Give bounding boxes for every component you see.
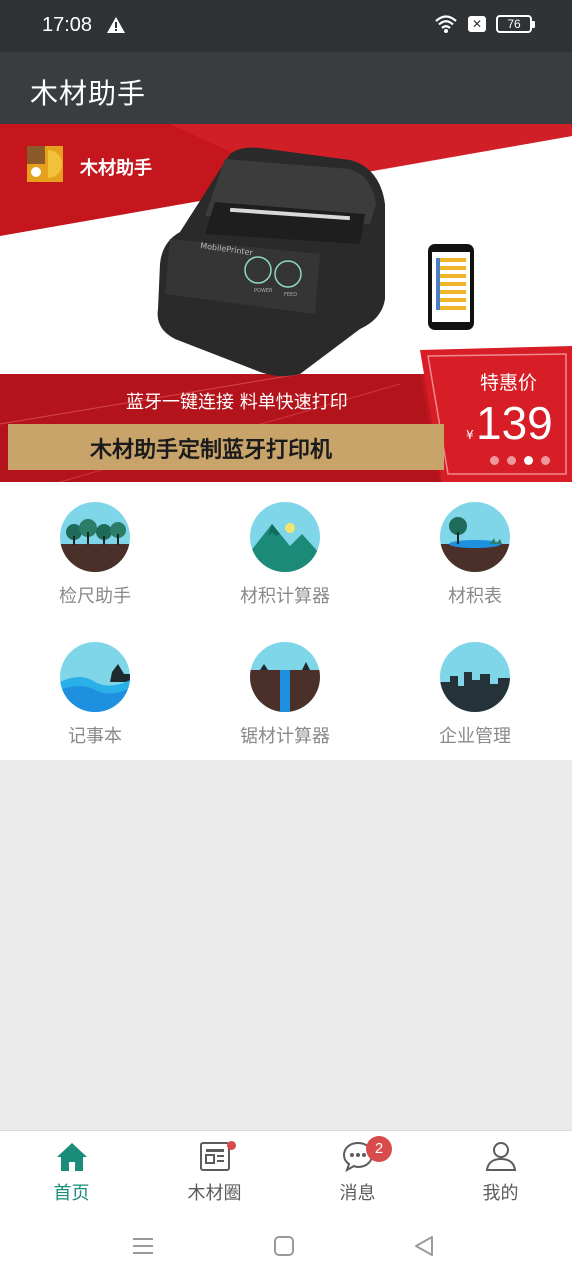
app-bar: 木材助手 [0,52,572,124]
carousel-dot-active[interactable] [524,456,533,465]
carousel-dot[interactable] [490,456,499,465]
banner-title: 木材助手定制蓝牙打印机 [90,438,333,463]
back-icon[interactable] [412,1234,436,1258]
mountain-icon [250,502,320,572]
battery-indicator: 76 [496,15,535,33]
home-icon [57,1143,87,1171]
app-title: 木材助手 [30,77,147,110]
nav-item-messages[interactable]: 2 消息 [286,1131,429,1215]
no-sim-icon: ✕ [468,16,486,32]
forest-icon [60,502,130,572]
warning-icon [107,17,125,33]
notification-dot [227,1141,236,1150]
nav-item-profile[interactable]: 我的 [429,1131,572,1215]
grid-item-enterprise-management[interactable]: 企业管理 [380,622,570,752]
nav-label: 木材圈 [187,1183,242,1204]
status-bar: 17:08 ✕ 76 [0,0,572,52]
nav-label: 消息 [339,1183,376,1204]
nav-item-home[interactable]: 首页 [0,1131,143,1215]
nav-item-timber-circle[interactable]: 木材圈 [143,1131,286,1215]
price-label: 特惠价 [480,372,538,394]
grid-label: 材积表 [448,586,502,607]
user-icon [485,1142,517,1171]
promo-banner[interactable]: MobilePrinter POWER FEED 木材助手 蓝牙一键连接 料单快… [0,124,572,482]
nav-label: 我的 [482,1183,519,1204]
nav-label: 首页 [53,1183,90,1204]
grid-label: 锯材计算器 [240,726,330,747]
status-icons: ✕ 76 [434,14,535,34]
banner-subtitle: 蓝牙一键连接 料单快速打印 [126,392,348,413]
feature-grid: 检尺助手 材积计算器 材积表 记事本 锯材计算器 企业管理 [0,482,572,760]
wifi-icon [435,15,457,33]
svg-text:FEED: FEED [284,292,297,298]
grid-item-ruler-assistant[interactable]: 检尺助手 [0,482,190,612]
carousel-dots[interactable] [490,456,550,465]
message-count-badge: 2 [366,1136,392,1162]
waterfall-icon [250,642,320,712]
bottom-nav: 首页 木材圈 2 消息 我的 [0,1130,572,1214]
menu-icon[interactable] [131,1234,155,1258]
grid-item-volume-calculator[interactable]: 材积计算器 [190,482,380,612]
grid-item-notebook[interactable]: 记事本 [0,622,190,752]
status-time: 17:08 [42,14,93,36]
carousel-dot[interactable] [541,456,550,465]
waves-icon [60,642,130,712]
grid-item-lumber-calculator[interactable]: 锯材计算器 [190,622,380,752]
grid-label: 检尺助手 [59,586,131,607]
system-nav-bar [0,1214,572,1280]
home-square-icon[interactable] [272,1234,296,1258]
svg-text:POWER: POWER [254,288,273,294]
lake-icon [440,502,510,572]
grid-label: 记事本 [68,726,122,747]
banner-logo-text: 木材助手 [80,158,152,179]
price-value: 139 [476,397,553,449]
carousel-dot[interactable] [507,456,516,465]
grid-label: 材积计算器 [240,586,330,607]
grid-item-volume-table[interactable]: 材积表 [380,482,570,612]
currency-symbol: ¥ [466,428,474,442]
grid-label: 企业管理 [439,726,511,747]
city-icon [440,642,510,712]
